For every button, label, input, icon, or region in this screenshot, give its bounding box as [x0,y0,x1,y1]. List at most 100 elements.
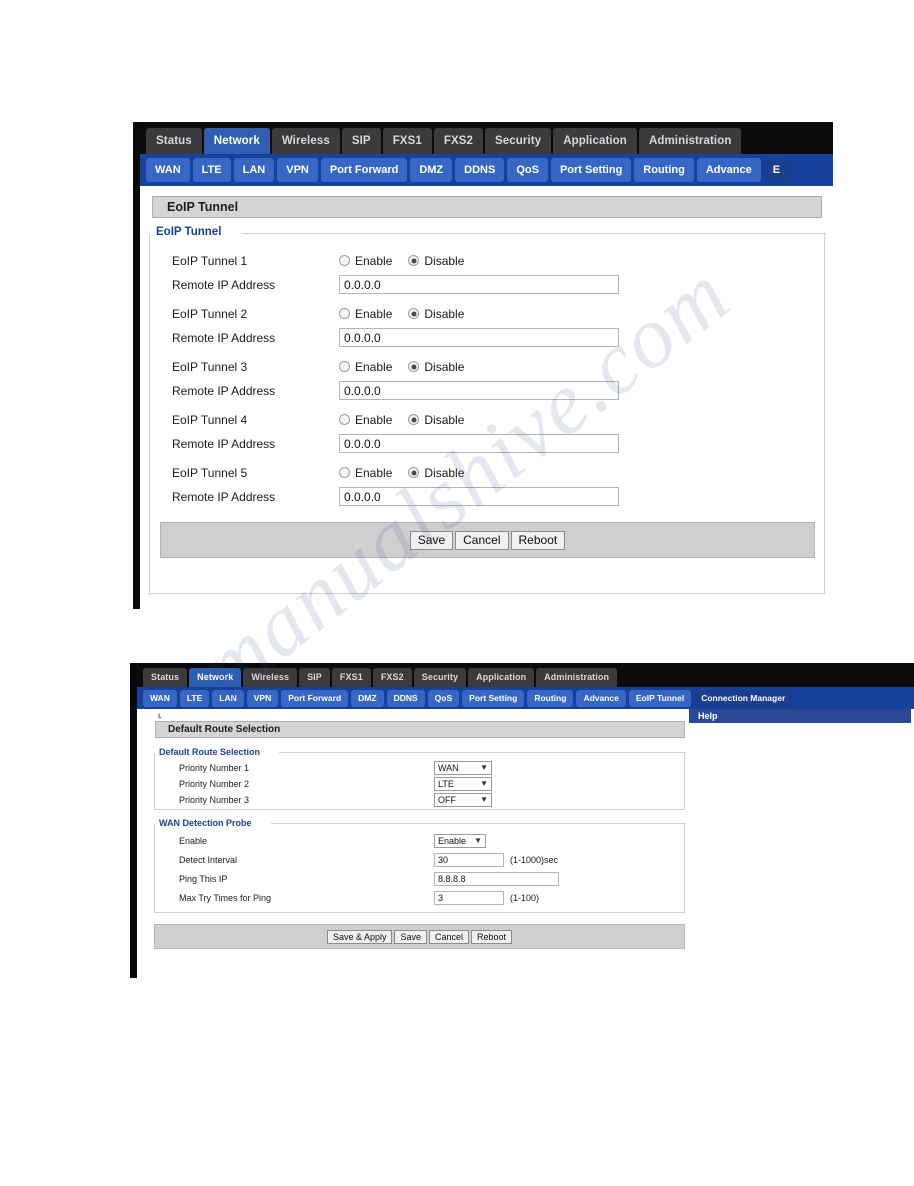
row-tunnel-toggle: EoIP Tunnel 1 Enable Disable [172,252,480,269]
radio-enable-icon[interactable] [339,255,350,266]
main-tab-application[interactable]: Application [553,128,637,154]
row-remote-ip: Remote IP Address 0.0.0.0 [172,381,619,400]
radio-group-disable-5[interactable]: Disable [408,466,464,480]
reboot-button[interactable]: Reboot [510,530,566,550]
radio-group-enable-3[interactable]: Enable [339,360,392,374]
radio-disable-icon[interactable] [408,255,420,266]
save-button[interactable]: Save [394,929,427,944]
sub-tab2-advance[interactable]: Advance [576,689,626,707]
input-detect-interval[interactable]: 30 [434,853,504,867]
radio-disable-icon[interactable] [408,467,420,478]
radio-disable-icon[interactable] [408,308,420,319]
fieldset-rule [242,233,826,234]
sub-tab-lte[interactable]: LTE [192,158,231,182]
sub-tab2-vpn[interactable]: VPN [246,689,279,707]
label-remote-ip-4: Remote IP Address [172,436,276,451]
sub-tab2-ddns[interactable]: DDNS [386,689,425,707]
sub-tab-wan[interactable]: WAN [146,158,190,182]
eoip-fieldset-legend: EoIP Tunnel [153,226,225,238]
radio-group-enable-1[interactable]: Enable [339,254,392,268]
save-apply-button[interactable]: Save & Apply [326,929,393,944]
radio-enable-icon[interactable] [339,467,350,478]
main-tab-administration[interactable]: Administration [638,128,742,154]
main-tab2-sip[interactable]: SIP [299,668,330,687]
sub-tab2-wan[interactable]: WAN [143,689,177,707]
sub-tab2-connection-manager[interactable]: Connection Manager [694,689,793,707]
sub-tab2-qos[interactable]: QoS [427,689,460,707]
radio-enable-icon[interactable] [339,308,350,319]
screenshot-eoip-tunnel: Status Network Wireless SIP FXS1 FXS2 Security… [133,122,833,609]
main-tab-security[interactable]: Security [485,128,552,154]
select-priority-3[interactable]: OFF ▼ [434,793,492,807]
radio-group-enable-2[interactable]: Enable [339,307,392,321]
main-tab2-wireless[interactable]: Wireless [243,668,298,687]
radio-disable-icon[interactable] [408,361,420,372]
cancel-button[interactable]: Cancel [455,530,509,550]
sub-tab-vpn[interactable]: VPN [277,158,318,182]
sub-tab2-lte[interactable]: LTE [179,689,210,707]
main-tab-fxs1[interactable]: FXS1 [382,128,432,154]
sub-tab-qos[interactable]: QoS [507,158,548,182]
main-tab2-application[interactable]: Application [468,668,535,687]
select-priority-2[interactable]: LTE ▼ [434,777,492,791]
input-ping-ip[interactable]: 8.8.8.8 [434,872,559,886]
screenshot-connection-manager: Status Network Wireless SIP FXS1 FXS2 Security… [130,663,914,978]
label-radio-enable-2: Enable [355,306,393,321]
sub-tab-advance[interactable]: Advance [696,158,761,182]
sub-tab2-port-forward[interactable]: Port Forward [281,689,349,707]
row-remote-ip: Remote IP Address 0.0.0.0 [172,434,619,453]
sub-tab-ddns[interactable]: DDNS [455,158,505,182]
main-tab-network[interactable]: Network [203,128,270,154]
sub-tab2-routing[interactable]: Routing [527,689,574,707]
radio-group-enable-4[interactable]: Enable [339,413,392,427]
sub-tab-lan[interactable]: LAN [233,158,275,182]
radio-group-disable-4[interactable]: Disable [408,413,464,427]
row-priority-1: Priority Number 1 WAN ▼ [179,761,492,775]
main-tab-bar-1: Status Network Wireless SIP FXS1 FXS2 Security… [140,122,833,154]
sub-tab2-port-setting[interactable]: Port Setting [462,689,525,707]
input-remote-ip-4[interactable]: 0.0.0.0 [339,434,619,453]
main-tab2-fxs1[interactable]: FXS1 [331,668,371,687]
main-tab-fxs2[interactable]: FXS2 [433,128,484,154]
select-probe-enable[interactable]: Enable ▼ [434,834,486,848]
sub-tab2-dmz[interactable]: DMZ [351,689,384,707]
main-tab2-status[interactable]: Status [143,668,188,687]
radio-group-enable-5[interactable]: Enable [339,466,392,480]
input-remote-ip-5[interactable]: 0.0.0.0 [339,487,619,506]
radio-group-disable-2[interactable]: Disable [408,307,464,321]
main-tab2-security[interactable]: Security [413,668,467,687]
radio-group-disable-1[interactable]: Disable [408,254,464,268]
select-priority-1[interactable]: WAN ▼ [434,761,492,775]
radio-group-disable-3[interactable]: Disable [408,360,464,374]
radio-enable-icon[interactable] [339,414,350,425]
radio-disable-icon[interactable] [408,414,420,425]
page-body-2: ┗ Default Route Selection Help Default R… [137,709,914,978]
input-remote-ip-3[interactable]: 0.0.0.0 [339,381,619,400]
sub-tab-dmz[interactable]: DMZ [410,158,453,182]
chevron-down-icon: ▼ [480,795,488,804]
sub-tab2-lan[interactable]: LAN [212,689,244,707]
sub-tab-port-forward[interactable]: Port Forward [320,158,408,182]
main-tab-status[interactable]: Status [146,128,202,154]
cancel-button[interactable]: Cancel [429,929,470,944]
sub-tab-port-setting[interactable]: Port Setting [550,158,632,182]
main-tab2-network[interactable]: Network [189,668,242,687]
radio-enable-icon[interactable] [339,361,350,372]
sub-tab-e[interactable]: E [763,158,790,182]
label-radio-enable-3: Enable [355,359,393,374]
input-remote-ip-2[interactable]: 0.0.0.0 [339,328,619,347]
label-detect-interval: Detect Interval [179,855,238,865]
main-tab2-fxs2[interactable]: FXS2 [372,668,412,687]
sub-tab-routing[interactable]: Routing [634,158,694,182]
main-tab2-administration[interactable]: Administration [536,668,618,687]
main-tab-sip[interactable]: SIP [341,128,381,154]
label-tunnel-4: EoIP Tunnel 4 [172,412,248,427]
reboot-button[interactable]: Reboot [471,929,513,944]
main-tab-wireless[interactable]: Wireless [271,128,340,154]
sub-tab2-eoip-tunnel[interactable]: EoIP Tunnel [628,689,692,707]
panel-title-default-route: Default Route Selection [155,721,685,738]
input-max-try[interactable]: 3 [434,891,504,905]
input-remote-ip-1[interactable]: 0.0.0.0 [339,275,619,294]
fieldset-rule-2 [279,752,686,753]
save-button[interactable]: Save [409,530,454,550]
